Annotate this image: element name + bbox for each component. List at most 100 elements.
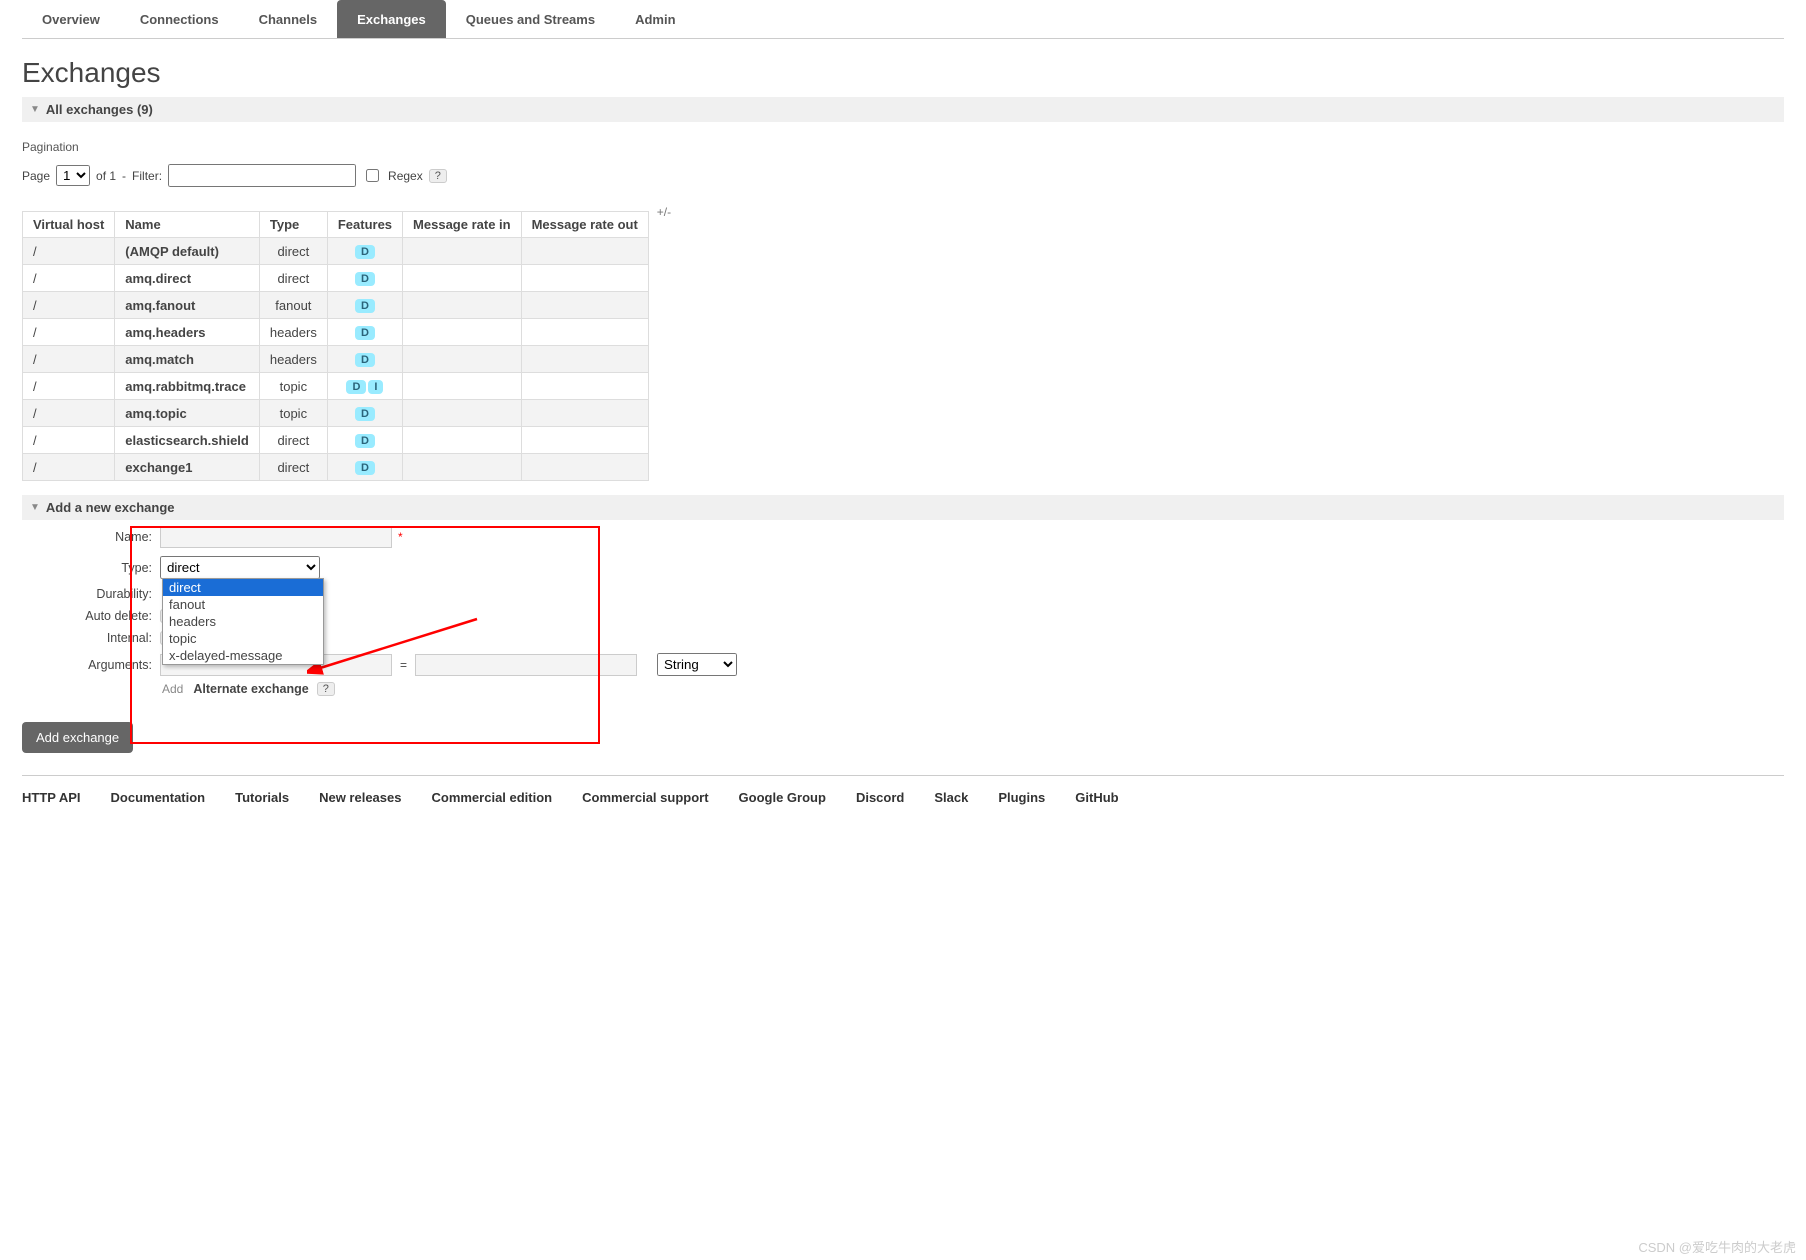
dash: - xyxy=(122,169,126,183)
page-select[interactable]: 1 xyxy=(56,165,90,186)
type-option-fanout[interactable]: fanout xyxy=(163,596,323,613)
regex-help[interactable]: ? xyxy=(429,169,447,183)
table-row: /amq.directdirectD xyxy=(23,265,649,292)
cell-rate-in xyxy=(403,265,522,292)
name-label: Name: xyxy=(22,530,160,544)
table-row: /elasticsearch.shielddirectD xyxy=(23,427,649,454)
column-header[interactable]: Virtual host xyxy=(23,212,115,238)
alternate-exchange-link[interactable]: Alternate exchange xyxy=(193,682,308,696)
feature-badge: D xyxy=(355,353,375,367)
cell-features: D xyxy=(327,427,402,454)
column-header[interactable]: Name xyxy=(115,212,260,238)
column-header[interactable]: Message rate out xyxy=(521,212,648,238)
cell-features: D xyxy=(327,400,402,427)
cell-rate-out xyxy=(521,454,648,481)
cell-name[interactable]: amq.headers xyxy=(115,319,260,346)
feature-badge: D xyxy=(355,272,375,286)
cell-name[interactable]: amq.fanout xyxy=(115,292,260,319)
type-select[interactable]: direct xyxy=(160,556,320,579)
column-header[interactable]: Features xyxy=(327,212,402,238)
feature-badge: D xyxy=(355,245,375,259)
feature-badge: D xyxy=(355,461,375,475)
footer-link-new-releases[interactable]: New releases xyxy=(319,790,401,805)
feature-badge: D xyxy=(346,380,366,394)
cell-rate-out xyxy=(521,400,648,427)
cell-type: fanout xyxy=(259,292,327,319)
cell-rate-out xyxy=(521,346,648,373)
footer-link-tutorials[interactable]: Tutorials xyxy=(235,790,289,805)
add-argument-link[interactable]: Add xyxy=(162,682,183,696)
cell-name[interactable]: amq.match xyxy=(115,346,260,373)
cell-vhost: / xyxy=(23,373,115,400)
type-option-topic[interactable]: topic xyxy=(163,630,323,647)
cell-rate-out xyxy=(521,265,648,292)
footer-link-slack[interactable]: Slack xyxy=(934,790,968,805)
cell-vhost: / xyxy=(23,319,115,346)
tab-channels[interactable]: Channels xyxy=(239,0,338,38)
cell-name[interactable]: exchange1 xyxy=(115,454,260,481)
cell-rate-in xyxy=(403,346,522,373)
argument-type-select[interactable]: String xyxy=(657,653,737,676)
section-add-exchange[interactable]: ▼ Add a new exchange xyxy=(22,495,1784,520)
add-exchange-button[interactable]: Add exchange xyxy=(22,722,133,753)
cell-name[interactable]: amq.rabbitmq.trace xyxy=(115,373,260,400)
feature-badge: D xyxy=(355,434,375,448)
of-label: of 1 xyxy=(96,169,116,183)
tab-admin[interactable]: Admin xyxy=(615,0,695,38)
cell-type: topic xyxy=(259,400,327,427)
tab-overview[interactable]: Overview xyxy=(22,0,120,38)
autodelete-label: Auto delete: xyxy=(22,609,160,623)
footer-link-http-api[interactable]: HTTP API xyxy=(22,790,81,805)
footer-link-commercial-support[interactable]: Commercial support xyxy=(582,790,708,805)
tab-connections[interactable]: Connections xyxy=(120,0,239,38)
cell-name[interactable]: elasticsearch.shield xyxy=(115,427,260,454)
cell-name[interactable]: amq.topic xyxy=(115,400,260,427)
argument-value-input[interactable] xyxy=(415,654,637,676)
table-row: /exchange1directD xyxy=(23,454,649,481)
arguments-label: Arguments: xyxy=(22,658,160,672)
type-option-direct[interactable]: direct xyxy=(163,579,323,596)
type-option-headers[interactable]: headers xyxy=(163,613,323,630)
cell-name[interactable]: amq.direct xyxy=(115,265,260,292)
cell-features: D xyxy=(327,238,402,265)
footer-link-plugins[interactable]: Plugins xyxy=(998,790,1045,805)
tab-queues-and-streams[interactable]: Queues and Streams xyxy=(446,0,615,38)
footer-link-google-group[interactable]: Google Group xyxy=(739,790,826,805)
table-row: /amq.topictopicD xyxy=(23,400,649,427)
filter-input[interactable] xyxy=(168,164,356,187)
type-option-x-delayed-message[interactable]: x-delayed-message xyxy=(163,647,323,664)
column-header[interactable]: Message rate in xyxy=(403,212,522,238)
name-input[interactable] xyxy=(160,526,392,548)
regex-checkbox[interactable] xyxy=(366,169,379,182)
footer-link-documentation[interactable]: Documentation xyxy=(111,790,206,805)
cell-vhost: / xyxy=(23,427,115,454)
alternate-help[interactable]: ? xyxy=(317,682,335,696)
cell-rate-out xyxy=(521,373,648,400)
cell-rate-in xyxy=(403,427,522,454)
columns-toggle[interactable]: +/- xyxy=(657,205,671,219)
page-label: Page xyxy=(22,169,50,183)
cell-vhost: / xyxy=(23,400,115,427)
footer-link-discord[interactable]: Discord xyxy=(856,790,904,805)
cell-vhost: / xyxy=(23,238,115,265)
cell-rate-out xyxy=(521,292,648,319)
cell-features: D xyxy=(327,346,402,373)
cell-rate-in xyxy=(403,319,522,346)
pagination-row: Page 1 of 1 - Filter: Regex ? xyxy=(22,164,1784,187)
feature-badge: I xyxy=(368,380,383,394)
tab-exchanges[interactable]: Exchanges xyxy=(337,0,446,38)
type-dropdown-open: directfanoutheaderstopicx-delayed-messag… xyxy=(162,578,324,665)
table-row: /(AMQP default)direct D xyxy=(23,238,649,265)
cell-name[interactable]: (AMQP default) xyxy=(115,238,260,265)
cell-features: D xyxy=(327,319,402,346)
column-header[interactable]: Type xyxy=(259,212,327,238)
section-all-exchanges[interactable]: ▼ All exchanges (9) xyxy=(22,97,1784,122)
cell-rate-in xyxy=(403,400,522,427)
footer-link-commercial-edition[interactable]: Commercial edition xyxy=(431,790,552,805)
footer-links: HTTP API Documentation Tutorials New releas… xyxy=(22,776,1784,819)
cell-type: direct xyxy=(259,238,327,265)
cell-features: D xyxy=(327,265,402,292)
watermark: CSDN @爱吃牛肉的大老虎 xyxy=(1638,1237,1796,1256)
footer-link-github[interactable]: GitHub xyxy=(1075,790,1118,805)
cell-rate-in xyxy=(403,373,522,400)
